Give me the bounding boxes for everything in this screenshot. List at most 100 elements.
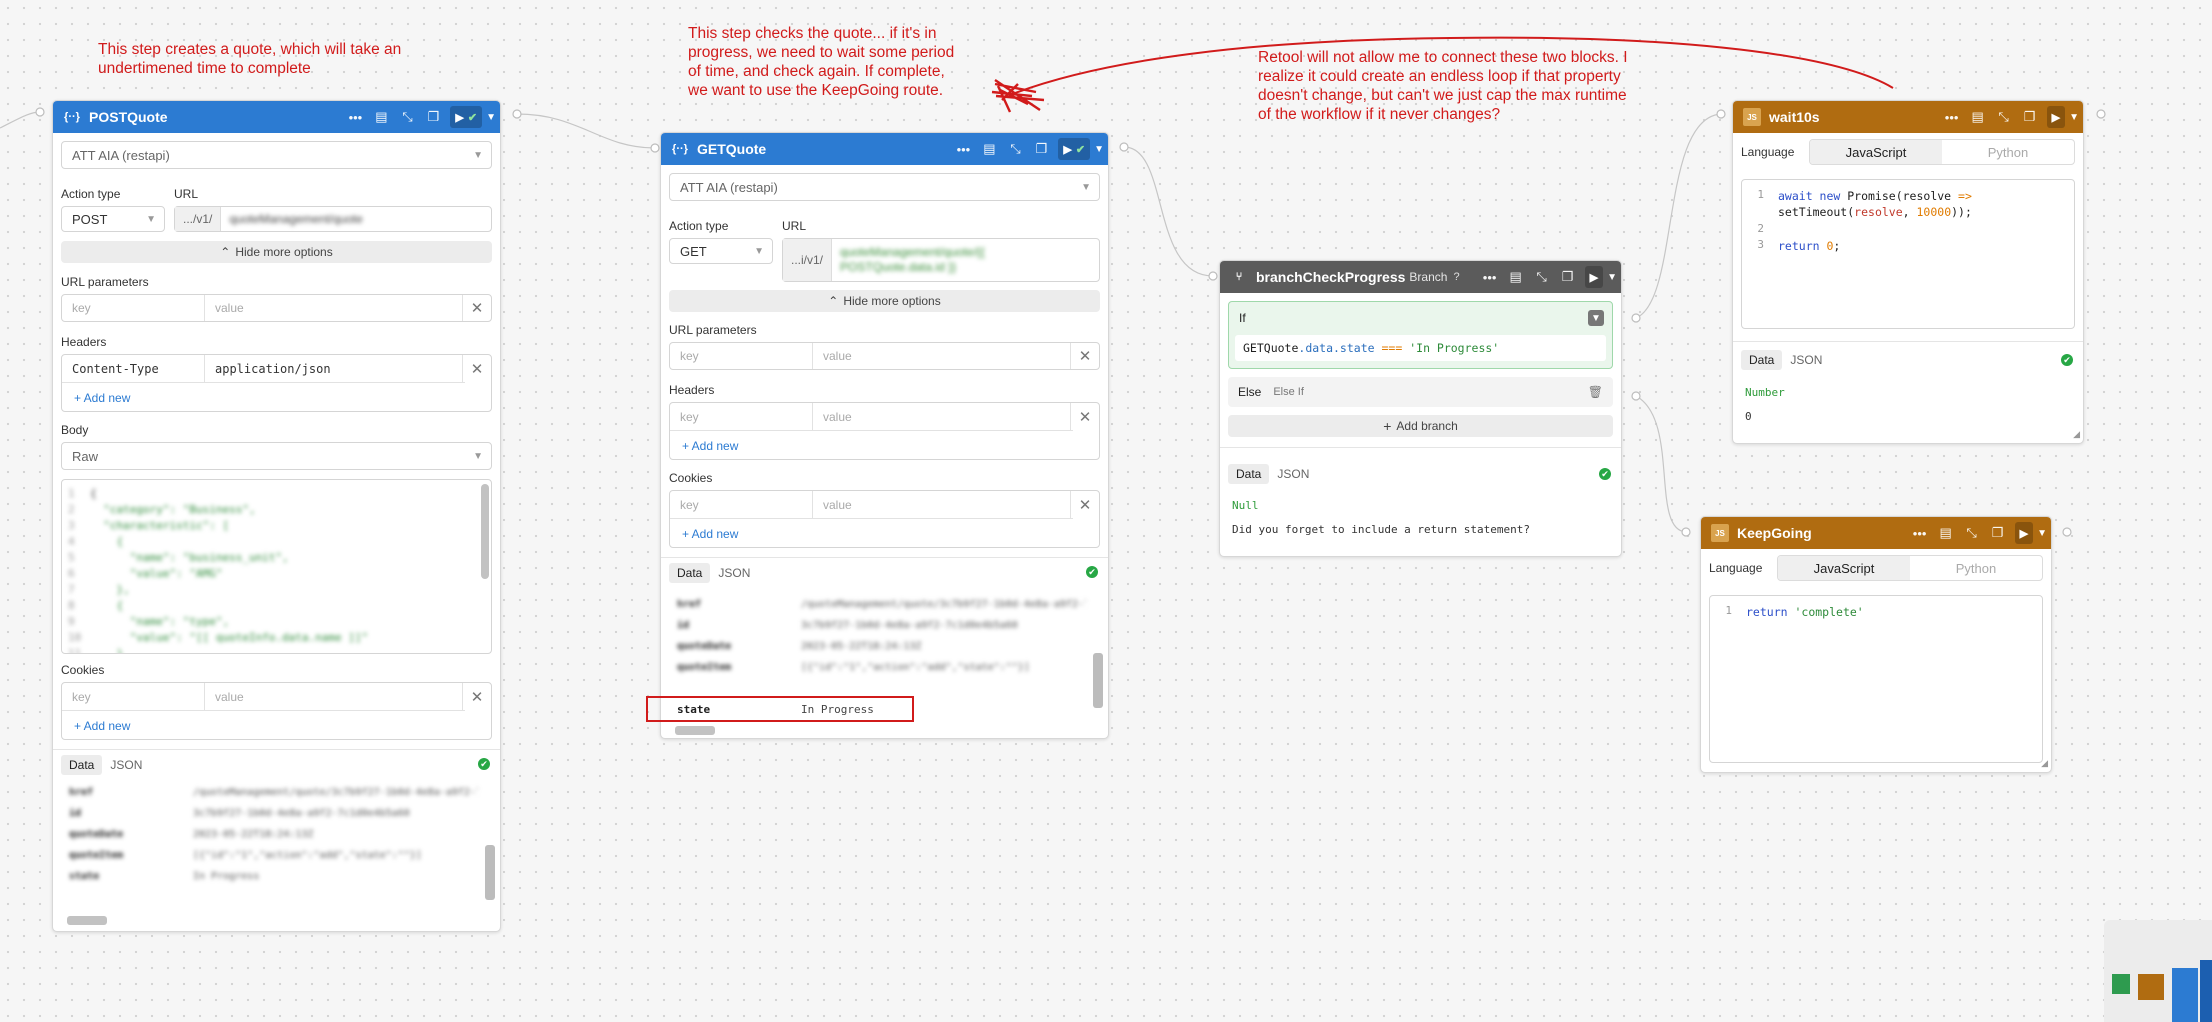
- close-icon[interactable]: ✕: [1070, 343, 1099, 369]
- tab-data[interactable]: Data: [1228, 464, 1270, 484]
- more-icon[interactable]: •••: [1939, 110, 1965, 125]
- header-key-input[interactable]: Content-Type: [62, 355, 205, 383]
- duplicate-icon[interactable]: ❐: [420, 109, 446, 125]
- resource-select[interactable]: ATT AIA (restapi) ▼: [61, 141, 492, 169]
- trash-icon[interactable]: 🗑: [1588, 385, 1603, 399]
- tab-json[interactable]: JSON: [1269, 464, 1317, 484]
- run-button[interactable]: ▶: [1584, 266, 1604, 288]
- duplicate-icon[interactable]: ❐: [2017, 109, 2043, 125]
- cookie-key-input[interactable]: key: [62, 683, 205, 711]
- duplicate-icon[interactable]: ❐: [1028, 141, 1054, 157]
- method-select[interactable]: POST ▼: [61, 206, 165, 232]
- result-scrollbar[interactable]: [485, 845, 495, 900]
- docs-icon[interactable]: ▤: [1503, 269, 1529, 285]
- code-editor[interactable]: 1 return 'complete': [1709, 595, 2043, 763]
- resource-select[interactable]: ATT AIA (restapi) ▼: [669, 173, 1100, 201]
- param-key-input[interactable]: key: [62, 295, 205, 321]
- add-header-link[interactable]: + Add new: [74, 391, 130, 405]
- result-scrollbar[interactable]: [1093, 653, 1103, 708]
- chevron-down-icon[interactable]: ▼: [1094, 144, 1104, 155]
- filter-icon[interactable]: ▼: [1588, 310, 1604, 326]
- lang-javascript[interactable]: JavaScript: [1810, 140, 1942, 164]
- tab-data[interactable]: Data: [669, 563, 711, 583]
- getquote-header[interactable]: {··} GETQuote ••• ▤ ⤡ ❐ ▶ ✔ ▼: [661, 133, 1108, 165]
- more-icon[interactable]: •••: [1477, 270, 1503, 285]
- lang-python[interactable]: Python: [1942, 140, 2074, 164]
- language-toggle[interactable]: JavaScript Python: [1777, 555, 2043, 581]
- getquote-block[interactable]: {··} GETQuote ••• ▤ ⤡ ❐ ▶ ✔ ▼ ATT AIA (re…: [660, 132, 1109, 739]
- headers-table[interactable]: key value ✕ + Add new: [669, 402, 1100, 460]
- header-key-input[interactable]: key: [670, 403, 813, 431]
- wait10s-header[interactable]: JS wait10s ••• ▤ ⤡ ❐ ▶ ▼: [1733, 101, 2083, 133]
- branch-block[interactable]: ⑂ branchCheckProgress Branch ? ••• ▤ ⤡ ❐…: [1219, 260, 1622, 557]
- cookies-table[interactable]: key value ✕ + Add new: [61, 682, 492, 740]
- resize-handle-icon[interactable]: ◢: [2073, 429, 2080, 440]
- editor-scrollbar[interactable]: [481, 484, 489, 579]
- tab-json[interactable]: JSON: [1782, 350, 1830, 370]
- collapse-icon[interactable]: ⤡: [394, 109, 420, 125]
- else-row[interactable]: Else Else If 🗑: [1228, 377, 1613, 407]
- chevron-down-icon[interactable]: ▼: [1607, 272, 1617, 283]
- minimap[interactable]: [2104, 920, 2212, 1022]
- docs-icon[interactable]: ▤: [976, 141, 1002, 157]
- add-branch-button[interactable]: + Add branch: [1228, 415, 1613, 437]
- tab-data[interactable]: Data: [61, 755, 103, 775]
- docs-icon[interactable]: ▤: [1965, 109, 1991, 125]
- chevron-down-icon[interactable]: ▼: [486, 112, 496, 123]
- language-toggle[interactable]: JavaScript Python: [1809, 139, 2075, 165]
- block-title[interactable]: POSTQuote: [89, 109, 342, 125]
- add-header-link[interactable]: + Add new: [682, 439, 738, 453]
- block-title[interactable]: KeepGoing: [1737, 525, 1907, 541]
- resize-handle-icon[interactable]: ◢: [2041, 758, 2048, 769]
- lang-javascript[interactable]: JavaScript: [1778, 556, 1910, 580]
- block-title[interactable]: GETQuote: [697, 141, 950, 157]
- cookies-table[interactable]: key value ✕ + Add new: [669, 490, 1100, 548]
- param-key-input[interactable]: key: [670, 343, 813, 369]
- cookie-key-input[interactable]: key: [670, 491, 813, 519]
- postquote-header[interactable]: {··} POSTQuote ••• ▤ ⤡ ❐ ▶ ✔ ▼: [53, 101, 500, 133]
- chevron-down-icon[interactable]: ▼: [2069, 112, 2079, 123]
- result-tabs[interactable]: Data JSON: [1741, 350, 1830, 370]
- collapse-icon[interactable]: ⤡: [1529, 269, 1555, 285]
- url-param-row[interactable]: key value ✕: [61, 294, 492, 322]
- header-value-input[interactable]: application/json: [205, 355, 465, 383]
- tab-json[interactable]: JSON: [102, 755, 150, 775]
- body-editor[interactable]: 1{2 "category": "Business", 3 "characteri…: [61, 479, 492, 654]
- headers-table[interactable]: Content-Type application/json ✕ + Add ne…: [61, 354, 492, 412]
- run-button[interactable]: ▶ ✔: [1058, 138, 1091, 160]
- hide-more-options-button[interactable]: ⌃ Hide more options: [61, 241, 492, 263]
- result-tabs[interactable]: Data JSON: [61, 755, 150, 775]
- param-value-input[interactable]: value: [205, 295, 244, 321]
- method-select[interactable]: GET ▼: [669, 238, 773, 264]
- keepgoing-header[interactable]: JS KeepGoing ••• ▤ ⤡ ❐ ▶ ▼: [1701, 517, 2051, 549]
- run-button[interactable]: ▶ ✔: [450, 106, 483, 128]
- run-button[interactable]: ▶: [2046, 106, 2066, 128]
- hide-more-options-button[interactable]: ⌃ Hide more options: [669, 290, 1100, 312]
- collapse-icon[interactable]: ⤡: [1959, 525, 1985, 541]
- lang-python[interactable]: Python: [1910, 556, 2042, 580]
- tab-json[interactable]: JSON: [710, 563, 758, 583]
- keepgoing-block[interactable]: JS KeepGoing ••• ▤ ⤡ ❐ ▶ ▼ Language Java…: [1700, 516, 2052, 773]
- help-icon[interactable]: ?: [1453, 271, 1476, 283]
- close-icon[interactable]: ✕: [462, 683, 491, 711]
- add-cookie-link[interactable]: + Add new: [74, 719, 130, 733]
- more-icon[interactable]: •••: [342, 110, 368, 125]
- condition-editor[interactable]: GETQuote .data.state === 'In Progress': [1235, 335, 1606, 361]
- cookie-value-input[interactable]: value: [813, 491, 1073, 519]
- collapse-icon[interactable]: ⤡: [1991, 109, 2017, 125]
- close-icon[interactable]: ✕: [1070, 491, 1099, 519]
- url-param-row[interactable]: key value ✕: [669, 342, 1100, 370]
- wait10s-block[interactable]: JS wait10s ••• ▤ ⤡ ❐ ▶ ▼ Language JavaSc…: [1732, 100, 2084, 444]
- tab-data[interactable]: Data: [1741, 350, 1783, 370]
- block-title[interactable]: branchCheckProgress: [1256, 269, 1405, 285]
- result-tabs[interactable]: Data JSON: [1228, 464, 1317, 484]
- duplicate-icon[interactable]: ❐: [1555, 269, 1581, 285]
- postquote-block[interactable]: {··} POSTQuote ••• ▤ ⤡ ❐ ▶ ✔ ▼ ATT AIA (r…: [52, 100, 501, 932]
- close-icon[interactable]: ✕: [462, 355, 491, 383]
- result-tabs[interactable]: Data JSON: [669, 563, 758, 583]
- code-editor[interactable]: 1 2 3 await new Promise(resolve => setTi…: [1741, 179, 2075, 329]
- horizontal-scrollbar[interactable]: [675, 726, 715, 735]
- add-cookie-link[interactable]: + Add new: [682, 527, 738, 541]
- chevron-down-icon[interactable]: ▼: [2037, 528, 2047, 539]
- param-value-input[interactable]: value: [813, 343, 852, 369]
